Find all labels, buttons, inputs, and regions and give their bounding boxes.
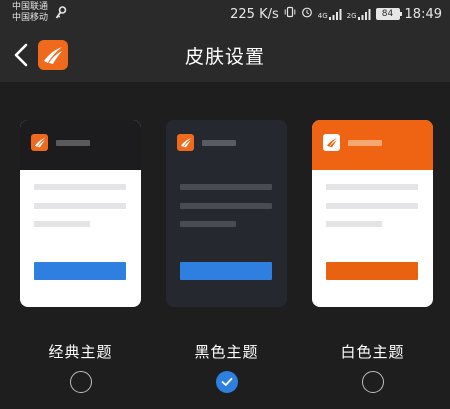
card-header: [312, 120, 433, 170]
status-indicators: 225 K/s 4G 2G 84 18:49: [230, 4, 442, 24]
signal-bars-icon: [357, 8, 371, 20]
placeholder-button: [326, 262, 418, 280]
signal-2-tag: 2G: [346, 11, 357, 20]
placeholder-line: [180, 184, 272, 190]
page-title: 皮肤设置: [184, 46, 265, 68]
placeholder-button: [34, 262, 126, 280]
theme-card-dark[interactable]: [166, 120, 287, 307]
placeholder-line: [326, 184, 418, 190]
clock: 18:49: [404, 6, 442, 22]
card-header: [20, 120, 141, 170]
placeholder-line: [34, 203, 126, 209]
theme-card-classic[interactable]: [20, 120, 141, 307]
theme-label-dark: 黑色主题: [194, 343, 259, 361]
signal-bars-icon: [328, 8, 342, 20]
placeholder-line: [34, 184, 126, 190]
theme-label-classic: 经典主题: [48, 343, 113, 361]
app-logo-icon: [31, 134, 48, 151]
status-bar: 中国联通 中国移动 225 K/s 4G 2G 84 18:49: [0, 0, 450, 28]
signal-2: 2G: [346, 8, 371, 20]
header-bar: 皮肤设置: [0, 28, 450, 82]
carrier-1: 中国联通: [12, 2, 49, 12]
placeholder-line: [180, 203, 272, 209]
carrier-info: 中国联通 中国移动: [12, 2, 48, 24]
theme-selector: 经典主题 黑色主题 白色主题: [0, 82, 450, 409]
key-icon: [55, 5, 67, 24]
vibrate-icon: [284, 6, 296, 22]
radio-dark-selected[interactable]: [216, 371, 238, 393]
placeholder-bar: [202, 140, 236, 146]
app-logo-icon: [177, 134, 194, 151]
placeholder-line: [326, 221, 382, 227]
alarm-icon: [301, 6, 313, 22]
placeholder-bar: [348, 140, 382, 146]
signal-1: 4G: [317, 8, 342, 20]
signal-1-tag: 4G: [317, 11, 328, 20]
battery-indicator: 84: [375, 8, 402, 20]
app-logo-icon: [323, 134, 340, 151]
theme-label-white: 白色主题: [340, 343, 405, 361]
carrier-2: 中国移动: [12, 13, 49, 23]
radio-white[interactable]: [362, 371, 384, 393]
radio-classic[interactable]: [70, 371, 92, 393]
placeholder-button: [180, 262, 272, 280]
placeholder-line: [180, 221, 236, 227]
placeholder-line: [34, 221, 90, 227]
check-icon: [221, 377, 233, 386]
theme-card-white[interactable]: [312, 120, 433, 307]
card-header: [166, 120, 287, 170]
placeholder-line: [326, 203, 418, 209]
placeholder-bar: [56, 140, 90, 146]
net-speed: 225 K/s: [230, 6, 279, 22]
